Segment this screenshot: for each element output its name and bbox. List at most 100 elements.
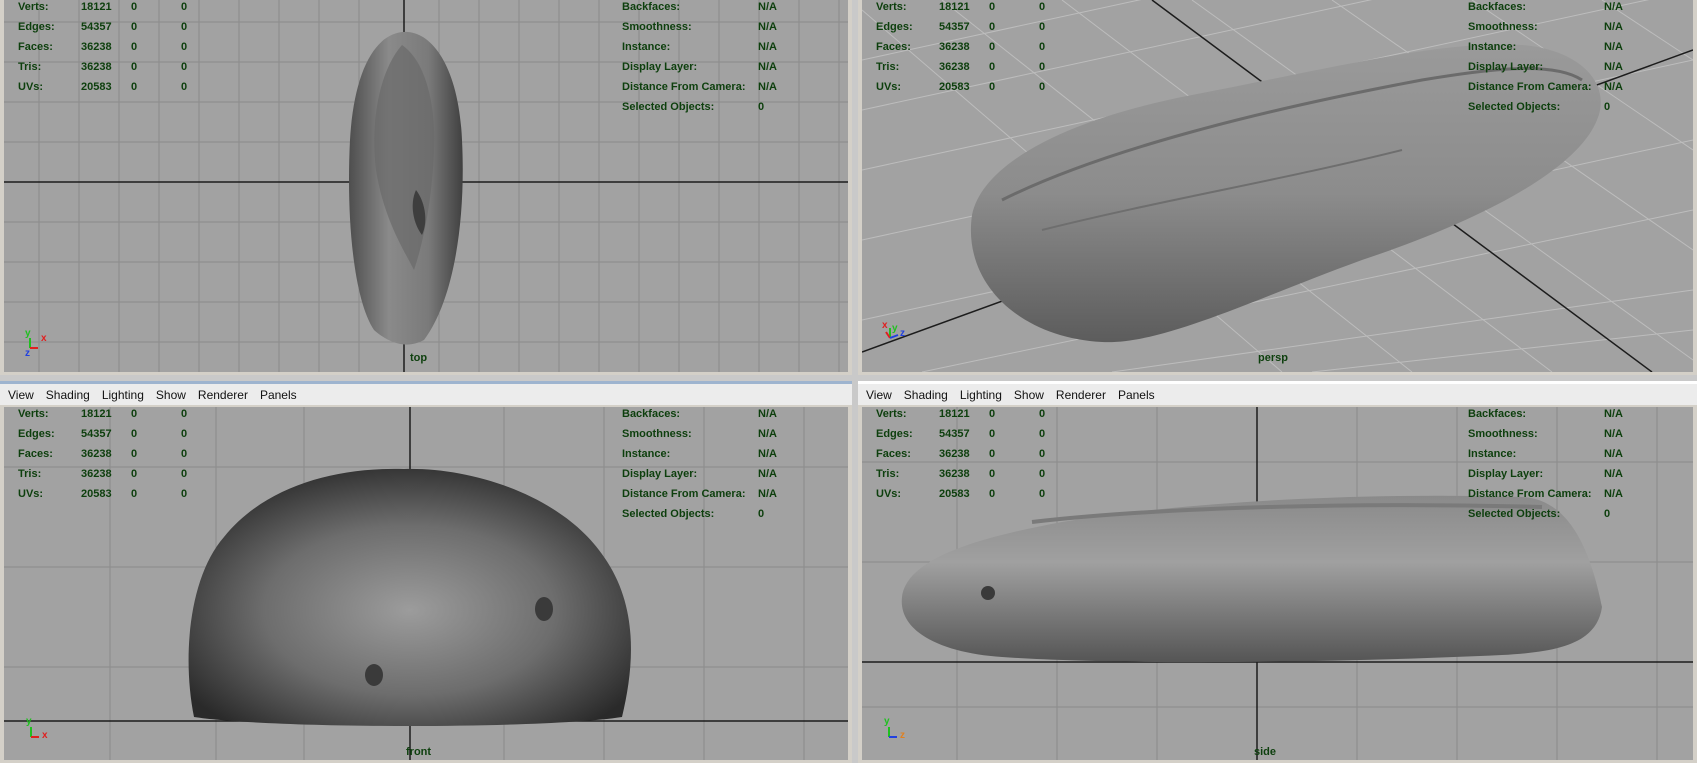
hud-row-uvs: UVs: 20583 0 0 (18, 484, 187, 504)
hud-label: Smoothness: (1468, 21, 1538, 33)
hud-label: Faces: (18, 448, 53, 460)
hud-value: 36238 (939, 448, 970, 460)
hud-row-edges: Edges: 54357 0 0 (18, 17, 187, 37)
hud-row-verts: Verts: 18121 0 0 (876, 407, 1045, 424)
hud-value: N/A (758, 61, 777, 73)
hud-value: 36238 (939, 468, 970, 480)
viewport-panel-persp[interactable]: Verts: 18121 0 0 Edges: 54357 0 0 Faces: 36238 0… (858, 0, 1697, 375)
hud-value: 20583 (939, 81, 970, 93)
viewport-top[interactable]: Verts: 18121 0 0 Edges: 54357 0 0 Faces: 36238 0… (4, 0, 848, 372)
hud-row-instance: Instance: N/A (1468, 37, 1623, 57)
hud-row-edges: Edges: 54357 0 0 (876, 424, 1045, 444)
hud-object-info-persp: Backfaces: N/A Smoothness: N/A Instance: N/… (1468, 0, 1623, 117)
hud-value: 36238 (81, 41, 112, 53)
menu-show[interactable]: Show (156, 388, 186, 402)
menu-lighting[interactable]: Lighting (102, 388, 144, 402)
hud-value: N/A (1604, 488, 1623, 500)
hud-row-instance: Instance: N/A (622, 37, 777, 57)
hud-row-verts: Verts: 18121 0 0 (18, 407, 187, 424)
hud-row-verts: Verts: 18121 0 0 (876, 0, 1045, 17)
hud-row-backfaces: Backfaces: N/A (622, 0, 777, 17)
hud-value: N/A (1604, 21, 1623, 33)
hud-value: 36238 (81, 61, 112, 73)
viewport-persp[interactable]: Verts: 18121 0 0 Edges: 54357 0 0 Faces: 36238 0… (862, 0, 1693, 372)
hud-value: 0 (989, 81, 996, 93)
hud-label: Tris: (876, 468, 900, 480)
hud-value: 0 (181, 468, 188, 480)
hud-value: N/A (1604, 41, 1623, 53)
hud-poly-count-side: Verts: 18121 0 0 Edges: 54357 0 0 Faces: 36238 0… (876, 407, 1045, 504)
viewport-panel-front[interactable]: View Shading Lighting Show Renderer Pane… (0, 381, 852, 763)
hud-value: 0 (1039, 81, 1046, 93)
menu-shading[interactable]: Shading (904, 388, 948, 402)
hud-label: Verts: (18, 408, 49, 420)
menu-panels[interactable]: Panels (1118, 388, 1155, 402)
hud-value: N/A (758, 448, 777, 460)
hud-label: Smoothness: (622, 428, 692, 440)
viewport-panel-top[interactable]: Verts: 18121 0 0 Edges: 54357 0 0 Faces: 36238 0… (0, 0, 852, 375)
hud-value: 0 (181, 1, 188, 13)
camera-name-side: side (1254, 746, 1277, 758)
hud-label: Display Layer: (622, 61, 698, 73)
hud-label: Verts: (18, 1, 49, 13)
hud-value: 0 (1039, 488, 1046, 500)
hud-row-uvs: UVs: 20583 0 0 (876, 484, 1045, 504)
menu-renderer[interactable]: Renderer (198, 388, 248, 402)
hud-row-uvs: UVs: 20583 0 0 (876, 77, 1045, 97)
hud-value: 0 (181, 448, 188, 460)
hud-value: 0 (131, 1, 138, 13)
hud-value: 54357 (81, 428, 112, 440)
axis-z-label: z (25, 348, 30, 359)
hud-value: 36238 (939, 61, 970, 73)
hud-value: 0 (989, 428, 996, 440)
hud-label: Instance: (622, 448, 671, 460)
hud-value: N/A (1604, 468, 1623, 480)
hud-value: 18121 (81, 408, 112, 420)
hud-row-tris: Tris: 36238 0 0 (18, 464, 187, 484)
menu-panels[interactable]: Panels (260, 388, 297, 402)
menu-renderer[interactable]: Renderer (1056, 388, 1106, 402)
menu-shading[interactable]: Shading (46, 388, 90, 402)
hud-value: 0 (131, 448, 138, 460)
hud-value: 0 (989, 21, 996, 33)
menu-lighting[interactable]: Lighting (960, 388, 1002, 402)
hud-value: 0 (989, 41, 996, 53)
hud-row-smoothness: Smoothness: N/A (622, 17, 777, 37)
hud-row-smoothness: Smoothness: N/A (1468, 17, 1623, 37)
hud-row-distance: Distance From Camera: N/A (1468, 484, 1623, 504)
hud-value: 0 (181, 61, 188, 73)
hud-label: Display Layer: (1468, 61, 1544, 73)
hud-label: Instance: (1468, 41, 1517, 53)
viewport-panel-side[interactable]: View Shading Lighting Show Renderer Pane… (858, 381, 1697, 763)
hud-value: 0 (758, 101, 765, 113)
camera-name-top: top (410, 352, 428, 364)
hud-value: 0 (1039, 428, 1046, 440)
hud-label: Distance From Camera: (1468, 488, 1592, 500)
hud-value: 54357 (81, 21, 112, 33)
hud-value: 0 (181, 81, 188, 93)
menu-show[interactable]: Show (1014, 388, 1044, 402)
hud-value: N/A (1604, 61, 1623, 73)
hud-row-smoothness: Smoothness: N/A (1468, 424, 1623, 444)
hud-label: Display Layer: (1468, 468, 1544, 480)
hud-row-selected: Selected Objects: 0 (622, 97, 777, 117)
viewport-side[interactable]: Verts: 18121 0 0 Edges: 54357 0 0 Faces: 36238 0… (862, 407, 1693, 760)
axis-z-label: z (900, 328, 905, 339)
hud-label: UVs: (876, 81, 902, 93)
viewport-front[interactable]: Verts: 18121 0 0 Edges: 54357 0 0 Faces: 36238 0… (4, 407, 848, 760)
hud-value: 20583 (81, 488, 112, 500)
axis-x-label: x (42, 730, 48, 741)
hud-row-distance: Distance From Camera: N/A (622, 77, 777, 97)
hud-value: 0 (181, 488, 188, 500)
menu-view[interactable]: View (866, 388, 892, 402)
hud-row-distance: Distance From Camera: N/A (1468, 77, 1623, 97)
menu-view[interactable]: View (8, 388, 34, 402)
hud-label: Edges: (876, 21, 913, 33)
hud-value: 0 (1039, 61, 1046, 73)
hud-label: Display Layer: (622, 468, 698, 480)
hud-row-distance: Distance From Camera: N/A (622, 484, 777, 504)
hud-row-faces: Faces: 36238 0 0 (876, 444, 1045, 464)
hud-value: 18121 (939, 1, 970, 13)
axis-indicator-top: y x z (24, 328, 54, 362)
hud-value: N/A (758, 41, 777, 53)
